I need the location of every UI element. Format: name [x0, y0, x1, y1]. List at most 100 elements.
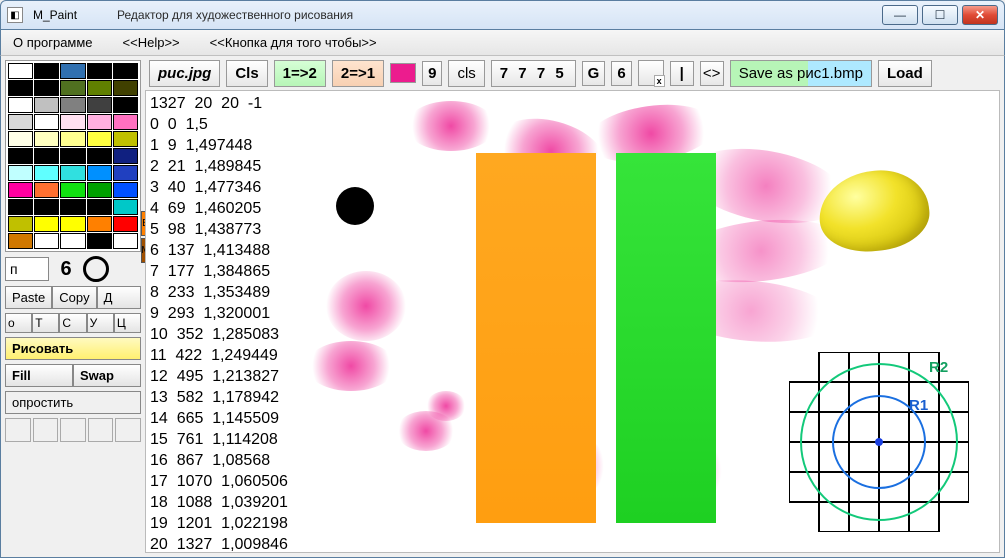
- palette-swatch[interactable]: [87, 131, 112, 147]
- palette-swatch[interactable]: [34, 114, 59, 130]
- g-button[interactable]: G: [582, 61, 606, 86]
- palette-swatch[interactable]: [113, 97, 138, 113]
- bar-button[interactable]: |: [670, 61, 694, 86]
- one-to-two-button[interactable]: 1=>2: [274, 60, 326, 87]
- minimize-button[interactable]: —: [882, 5, 918, 25]
- palette-swatch[interactable]: [8, 216, 33, 232]
- palette-swatch[interactable]: [8, 131, 33, 147]
- palette-swatch[interactable]: [8, 114, 33, 130]
- cls-button-2[interactable]: cls: [448, 60, 484, 87]
- palette-swatch[interactable]: [87, 80, 112, 96]
- recent-swatch[interactable]: [88, 418, 114, 442]
- swap-button[interactable]: Swap: [73, 364, 141, 387]
- close-button[interactable]: ✕: [962, 5, 998, 25]
- u-button[interactable]: У: [87, 313, 114, 333]
- palette-swatch[interactable]: [87, 148, 112, 164]
- palette-swatch[interactable]: [34, 233, 59, 249]
- palette-swatch[interactable]: [60, 63, 85, 79]
- draw-button[interactable]: Рисовать: [5, 337, 141, 360]
- filename-label[interactable]: рис.jpg: [149, 60, 220, 87]
- palette-swatch[interactable]: [113, 199, 138, 215]
- brush-text-input[interactable]: [5, 257, 49, 281]
- palette-swatch[interactable]: [8, 97, 33, 113]
- title-bar: ◧ M_Paint Редактор для художественного р…: [0, 0, 1005, 30]
- o-button[interactable]: о: [5, 313, 32, 333]
- t-button[interactable]: Т: [32, 313, 59, 333]
- d-button[interactable]: Д: [97, 286, 141, 309]
- palette-swatch[interactable]: [113, 165, 138, 181]
- diamond-button[interactable]: <>: [700, 61, 724, 86]
- green-rect: [616, 153, 716, 523]
- recent-swatch[interactable]: [5, 418, 31, 442]
- palette-swatch[interactable]: [113, 182, 138, 198]
- recent-swatch[interactable]: [115, 418, 141, 442]
- palette-swatch[interactable]: [113, 80, 138, 96]
- palette-swatch[interactable]: [8, 233, 33, 249]
- palette-swatch[interactable]: [34, 216, 59, 232]
- palette-swatch[interactable]: [8, 148, 33, 164]
- palette-swatch[interactable]: [8, 63, 33, 79]
- palette-swatch[interactable]: [60, 233, 85, 249]
- copy-button[interactable]: Copy: [52, 286, 96, 309]
- palette-swatch[interactable]: [113, 216, 138, 232]
- palette-swatch[interactable]: [113, 114, 138, 130]
- palette-swatch[interactable]: [60, 131, 85, 147]
- palette-swatch[interactable]: [34, 80, 59, 96]
- ts-button[interactable]: Ц: [114, 313, 141, 333]
- palette-swatch[interactable]: [87, 233, 112, 249]
- simplify-button[interactable]: опростить: [5, 391, 141, 414]
- palette-swatch[interactable]: [87, 97, 112, 113]
- current-color-swatch[interactable]: [390, 63, 416, 83]
- load-button[interactable]: Load: [878, 60, 932, 87]
- nine-label[interactable]: 9: [422, 61, 442, 86]
- palette-swatch[interactable]: [8, 199, 33, 215]
- palette-swatch[interactable]: [87, 63, 112, 79]
- canvas[interactable]: 1327 20 20 -1 0 0 1,5 1 9 1,497448 2 21 …: [145, 90, 1000, 553]
- palette-swatch[interactable]: [87, 216, 112, 232]
- palette-swatch[interactable]: [87, 199, 112, 215]
- left-panel: BM 6 Paste Copy Д о Т С У Ц Рисовать Fil…: [1, 56, 145, 557]
- maximize-button[interactable]: ☐: [922, 5, 958, 25]
- palette-swatch[interactable]: [87, 165, 112, 181]
- palette-swatch[interactable]: [60, 80, 85, 96]
- palette-swatch[interactable]: [34, 131, 59, 147]
- palette-swatch[interactable]: [60, 148, 85, 164]
- x-button[interactable]: x: [638, 60, 664, 86]
- palette-swatch[interactable]: [34, 182, 59, 198]
- palette-swatch[interactable]: [34, 199, 59, 215]
- palette-swatch[interactable]: [60, 114, 85, 130]
- palette-swatch[interactable]: [34, 97, 59, 113]
- palette-swatch[interactable]: [34, 63, 59, 79]
- palette-swatch[interactable]: [60, 199, 85, 215]
- palette-swatch[interactable]: [113, 63, 138, 79]
- recent-swatch[interactable]: [60, 418, 86, 442]
- palette-swatch[interactable]: [8, 80, 33, 96]
- palette-swatch[interactable]: [113, 131, 138, 147]
- palette-swatch[interactable]: [87, 182, 112, 198]
- ring-icon[interactable]: [83, 256, 109, 282]
- color-palette[interactable]: BM: [5, 60, 141, 252]
- menu-button-for[interactable]: <<Кнопка для того чтобы>>: [210, 35, 377, 50]
- palette-swatch[interactable]: [34, 165, 59, 181]
- palette-swatch[interactable]: [60, 216, 85, 232]
- digits-display[interactable]: 7 7 7 5: [491, 60, 576, 87]
- palette-swatch[interactable]: [113, 233, 138, 249]
- fill-button[interactable]: Fill: [5, 364, 73, 387]
- cls-button-1[interactable]: Cls: [226, 60, 267, 87]
- palette-swatch[interactable]: [113, 148, 138, 164]
- s-button[interactable]: С: [59, 313, 86, 333]
- palette-swatch[interactable]: [60, 97, 85, 113]
- menu-about[interactable]: О программе: [13, 35, 93, 50]
- menu-help[interactable]: <<Help>>: [123, 35, 180, 50]
- palette-swatch[interactable]: [8, 165, 33, 181]
- two-to-one-button[interactable]: 2=>1: [332, 60, 384, 87]
- six-label[interactable]: 6: [611, 61, 631, 86]
- paste-button[interactable]: Paste: [5, 286, 52, 309]
- palette-swatch[interactable]: [8, 182, 33, 198]
- save-as-button[interactable]: Save as рис1.bmp: [730, 60, 872, 87]
- palette-swatch[interactable]: [34, 148, 59, 164]
- palette-swatch[interactable]: [60, 165, 85, 181]
- palette-swatch[interactable]: [60, 182, 85, 198]
- palette-swatch[interactable]: [87, 114, 112, 130]
- recent-swatch[interactable]: [33, 418, 59, 442]
